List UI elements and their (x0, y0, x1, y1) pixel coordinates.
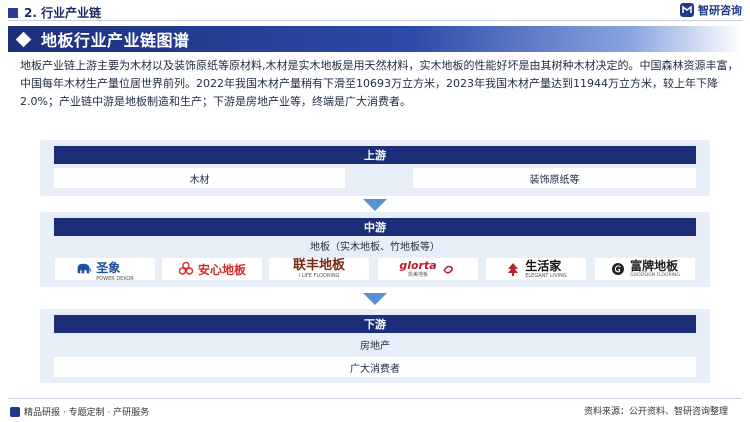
tree-icon (505, 262, 521, 276)
brand: 智研咨询 (680, 2, 742, 18)
section-label: 2. 行业产业链 (24, 6, 102, 20)
diamond-icon (15, 31, 32, 47)
logo-name: 联丰地板 (292, 258, 345, 273)
downstream-item-consumers: 广大消费者 (54, 357, 696, 377)
upstream-header: 上游 (54, 146, 696, 164)
upstream-block: 上游 木材 装饰原纸等 (40, 140, 710, 196)
downstream-header: 下游 (54, 315, 696, 333)
report-icon (10, 406, 20, 417)
upstream-item-wood: 木材 (54, 168, 345, 188)
flower-icon (178, 262, 194, 276)
footer-left: 精品研报 · 专题定制 · 产研服务 (10, 405, 149, 418)
upstream-item-decor-paper: 装饰原纸等 (413, 168, 696, 188)
section-tag: 2. 行业产业链 (8, 4, 101, 21)
midstream-header: 中游 (54, 218, 696, 236)
brand-logo-shenghuojia: 生活家 ELEGANT LIVING (486, 258, 586, 280)
arrow-down-icon (363, 199, 387, 211)
logo-name: 生活家 (525, 258, 562, 273)
brand-logo-icon (680, 3, 694, 17)
arrow-down-icon (363, 293, 387, 305)
brand-logo-shengxiang: 圣象 POWER DEKOR (55, 258, 155, 282)
downstream-block: 下游 房地产 广大消费者 (40, 309, 710, 383)
elephant-icon (76, 262, 92, 276)
brand-logo-lianfeng: 联丰地板 I LIFE FLOORING (269, 258, 369, 280)
logo-name: glorta (399, 259, 437, 272)
brand-logo-anxin: 安心地板 (162, 258, 262, 280)
brand-logo-fupai: 富牌地板 GOODSIGN FLOORING (595, 258, 695, 280)
section-square-icon (8, 7, 18, 18)
footer-source: 资料来源：公开资料、智研咨询整理 (583, 407, 728, 417)
footer-divider (8, 398, 742, 399)
g-circle-icon (610, 262, 626, 276)
logo-sub: ELEGANT LIVING (525, 272, 567, 279)
top-bar: 2. 行业产业链 智研咨询 (0, 0, 750, 22)
logo-name: 圣象 (96, 260, 121, 275)
logo-sub: POWER DEKOR (96, 275, 134, 282)
logo-name: 富牌地板 (630, 258, 679, 273)
logo-sub: I LIFE FLOORING (298, 273, 340, 279)
swirl-icon (441, 262, 457, 276)
footer-services: 精品研报 · 专题定制 · 产研服务 (24, 408, 150, 418)
intro-paragraph: 地板产业链上游主要为木材以及装饰原纸等原材料,木材是实木地板是用天然材料，实木地… (20, 59, 739, 108)
midstream-subtitle: 地板（实木地板、竹地板等） (310, 242, 440, 253)
logo-name: 安心地板 (197, 262, 246, 277)
logo-sub: 凯美地板 (407, 272, 428, 278)
downstream-item-real-estate: 房地产 (360, 341, 390, 352)
logo-sub: GOODSIGN FLOORING (630, 272, 680, 278)
top-divider (8, 20, 742, 21)
page-title: 地板行业产业链图谱 (41, 31, 190, 50)
title-bar: 地板行业产业链图谱 (8, 26, 742, 52)
brand-logo-glorta: glorta 凯美地板 (378, 258, 478, 280)
brand-name: 智研咨询 (698, 4, 742, 17)
